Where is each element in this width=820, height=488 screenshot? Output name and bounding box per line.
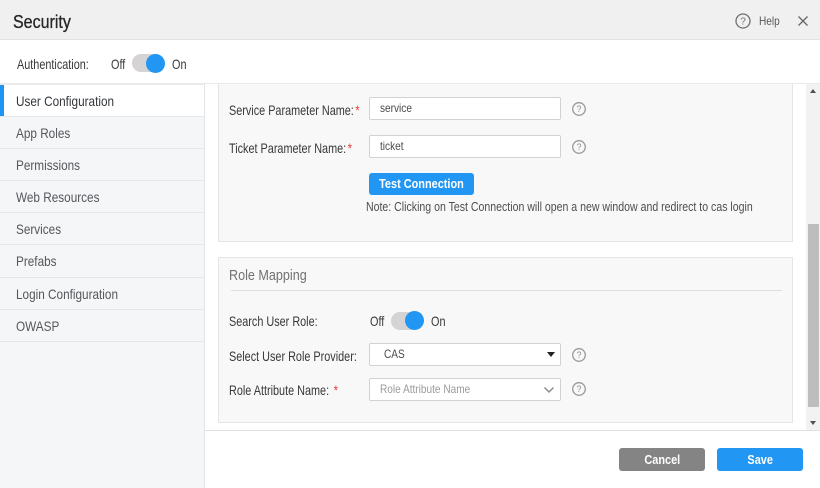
svg-text:?: ? <box>576 350 581 360</box>
svg-text:?: ? <box>740 17 746 28</box>
svg-text:?: ? <box>576 142 581 152</box>
svg-text:?: ? <box>576 104 581 114</box>
svg-text:?: ? <box>576 384 581 394</box>
